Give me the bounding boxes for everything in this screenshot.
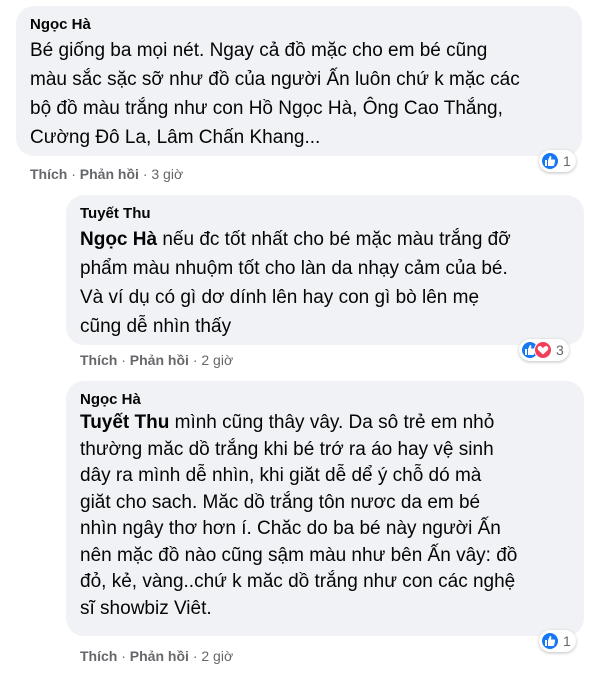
like-reaction-icon [541,632,559,650]
comment-timestamp[interactable]: 3 giờ [151,166,183,182]
comment-line-text: nếu đc tốt nhất cho bé mặc màu trắng đỡ [157,229,511,250]
comment-actions: Thích · Phản hồi · 2 giờ [80,648,233,664]
separator: · [121,352,130,368]
comment-line: màu sắc sặc sỡ như đồ của người Ấn luôn … [30,69,520,90]
comment-author[interactable]: Ngọc Hà [80,391,570,408]
comment-timestamp[interactable]: 2 giờ [201,352,233,368]
comment-line: phẩm màu nhuộm tốt cho làn da nhạy cảm c… [80,258,508,279]
comment-line: đỏ, kẻ, vàng..chứ k măc dồ trắng như con… [80,571,516,592]
comment-line: bộ đồ màu trắng như con Hồ Ngọc Hà, Ông … [30,98,503,119]
comment-line: cũng dễ nhìn thấy [80,316,232,337]
comment-line: Tuyết Thu mình cũng thây vây. Da sô trẻ … [80,410,570,437]
comment-line: Ngọc Hà nếu đc tốt nhất cho bé mặc màu t… [80,225,570,254]
reply-button[interactable]: Phản hồi [130,352,189,368]
mention-link[interactable]: Ngọc Hà [80,229,157,250]
mention-link[interactable]: Tuyết Thu [80,412,169,433]
comment-actions: Thích · Phản hồi · 3 giờ [30,166,183,182]
comment-bubble-2: Tuyết Thu Ngọc Hà nếu đc tốt nhất cho bé… [66,195,584,345]
comment-line: Cường Đô La, Lâm Chấn Khang... [30,127,321,148]
reaction-count: 1 [563,153,571,169]
comment-bubble-3: Ngọc Hà Tuyết Thu mình cũng thây vây. Da… [66,381,584,636]
comment-line: dây ra mình dễ nhìn, khi giăt dễ dể ý ch… [80,465,482,486]
reaction-summary[interactable]: 3 [519,339,569,361]
like-button[interactable]: Thích [80,352,117,368]
reply-button[interactable]: Phản hồi [130,648,189,664]
reaction-count: 1 [563,633,571,649]
comment-text: Bé giống ba mọi nét. Ngay cả đồ mặc cho … [30,36,568,152]
comment-line: nên mặc đồ nào cũng sậm màu như bên Ấn v… [80,544,518,566]
reaction-summary[interactable]: 1 [539,150,576,172]
comment-actions: Thích · Phản hồi · 2 giờ [80,352,233,368]
like-button[interactable]: Thích [80,648,117,664]
comment-bubble-1: Ngọc Hà Bé giống ba mọi nét. Ngay cả đồ … [16,6,582,156]
reaction-summary[interactable]: 1 [539,630,576,652]
comment-line-text: mình cũng thây vây. Da sô trẻ em nhỏ [169,412,495,433]
comment-author[interactable]: Tuyết Thu [80,205,570,222]
reply-button[interactable]: Phản hồi [80,166,139,182]
comment-author[interactable]: Ngọc Hà [30,16,568,33]
comment-line: sĩ showbiz Viêt. [80,597,212,619]
comment-line: thường măc dồ trắng khi bé trớ ra áo hay… [80,438,494,460]
love-reaction-icon [534,341,552,359]
comment-text: Ngọc Hà nếu đc tốt nhất cho bé mặc màu t… [80,225,570,341]
comment-line: giăt cho sach. Măc dồ trắng tôn nươc da … [80,491,481,513]
comment-timestamp[interactable]: 2 giờ [201,648,233,664]
comment-line: Bé giống ba mọi nét. Ngay cả đồ mặc cho … [30,40,488,61]
separator: · [71,166,80,182]
like-button[interactable]: Thích [30,166,67,182]
comment-line: Và ví dụ có gì dơ dính lên hay con gì bò… [80,287,480,308]
comment-text: Tuyết Thu mình cũng thây vây. Da sô trẻ … [80,410,570,622]
reaction-count: 3 [556,342,564,358]
like-reaction-icon [541,152,559,170]
comment-line: nhìn ngây thơ hơn í. Chăc do ba bé này n… [80,518,501,539]
separator: · [121,648,130,664]
